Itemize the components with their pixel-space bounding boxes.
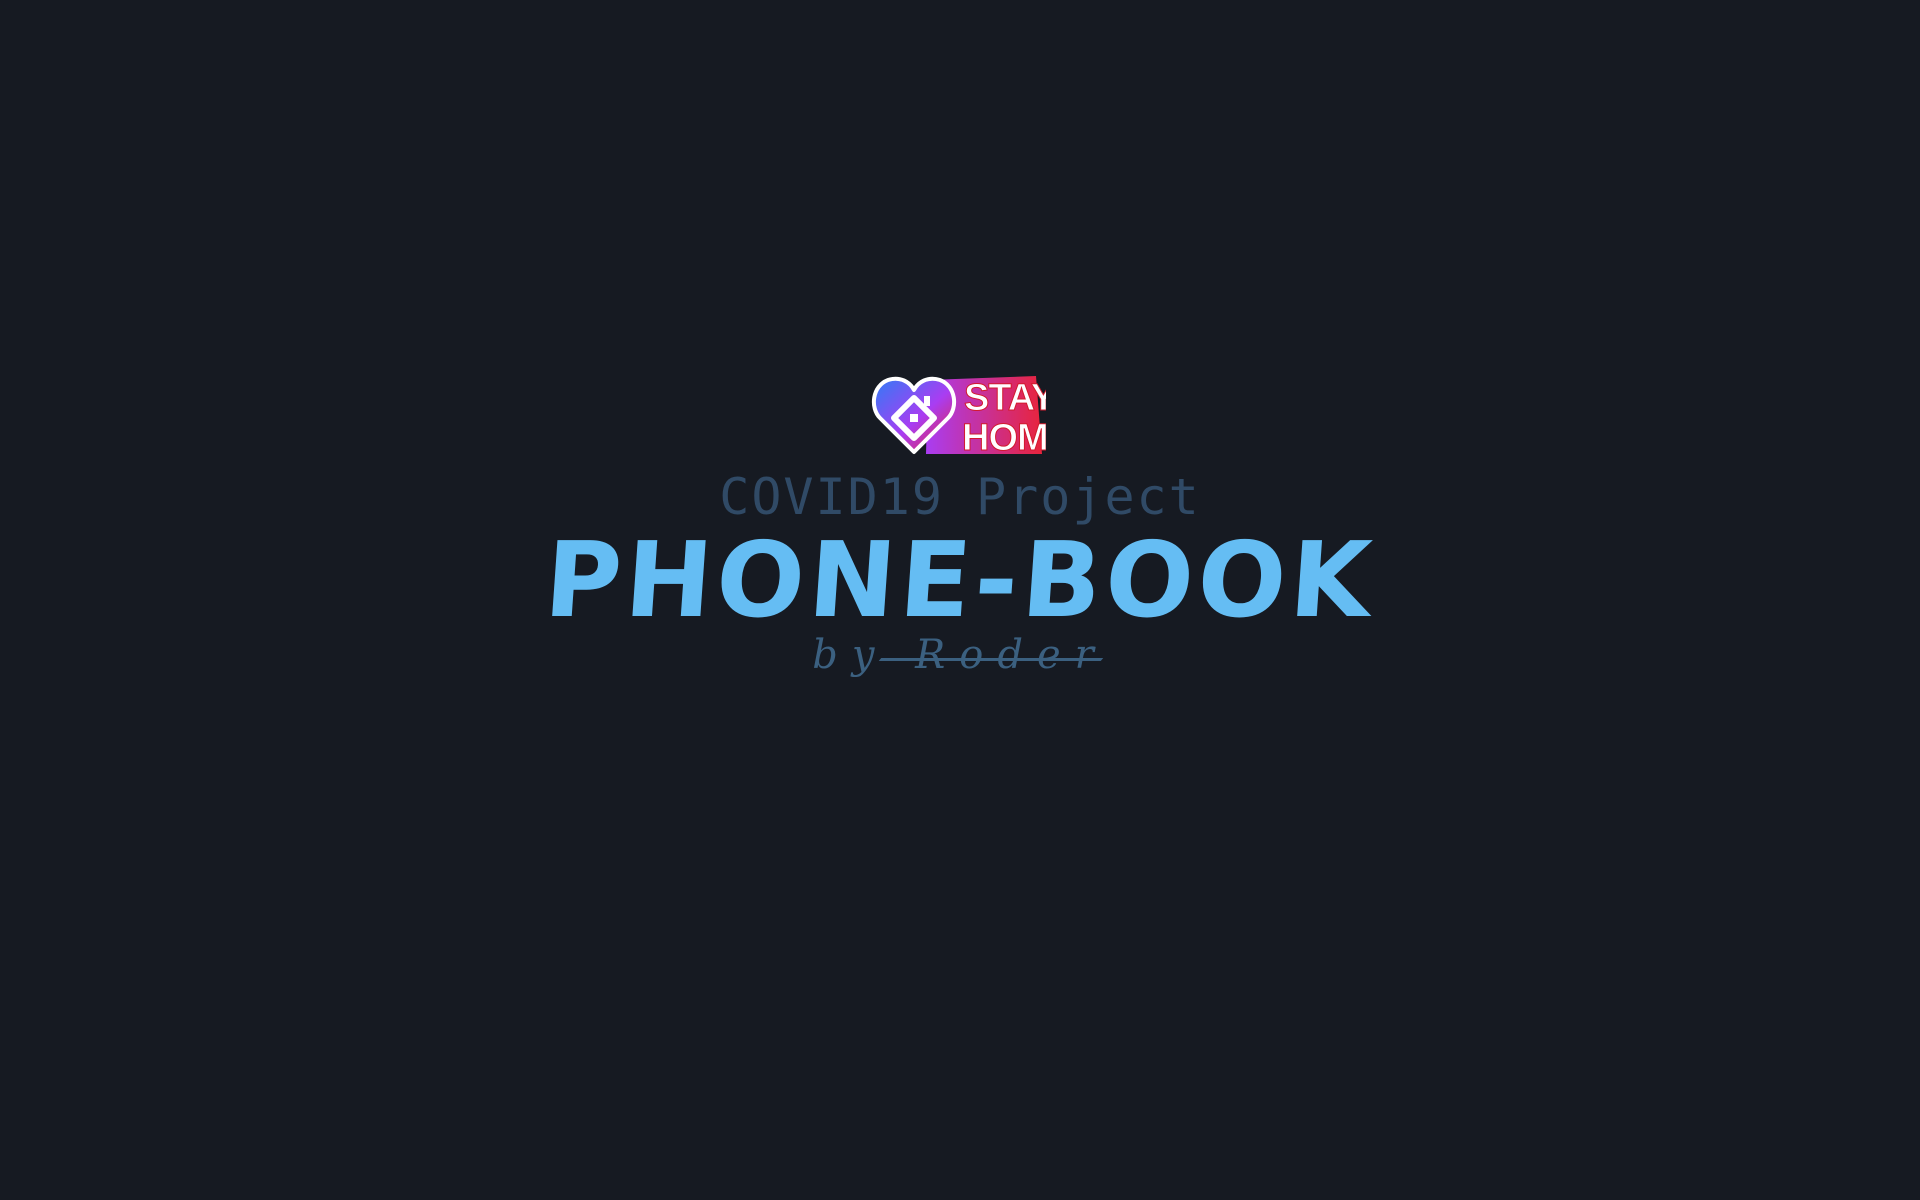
byline-underline (878, 658, 1104, 661)
stay-home-logo: STAY HOME (871, 376, 1046, 456)
app-title: PHONE-BOOK (540, 519, 1380, 641)
author-byline: by Roder (812, 632, 1108, 678)
logo-text-home: HOME (962, 417, 1046, 456)
splash-screen: STAY HOME COVID19 Project PHONE-BOOK by … (0, 0, 1920, 1200)
logo-text-stay: STAY (964, 377, 1046, 419)
